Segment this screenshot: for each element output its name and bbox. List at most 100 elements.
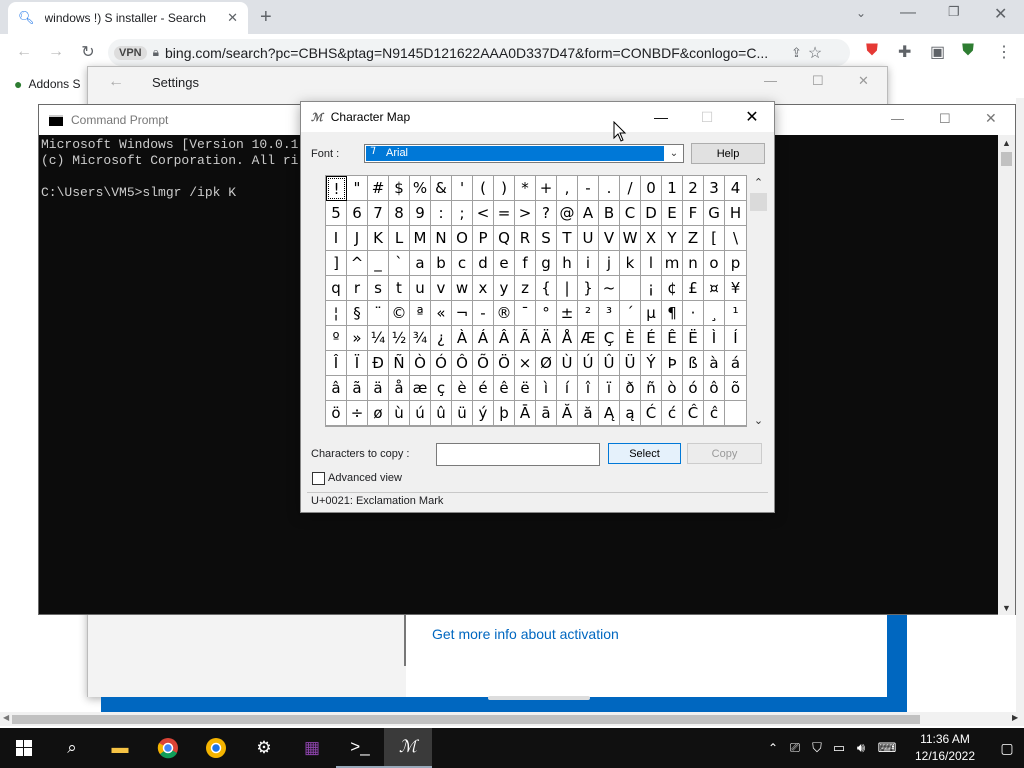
- char-cell[interactable]: U: [578, 226, 599, 251]
- char-cell[interactable]: ą: [620, 401, 641, 426]
- search-icon[interactable]: ⌕: [48, 728, 96, 768]
- char-cell[interactable]: ð: [620, 376, 641, 401]
- char-cell[interactable]: ¡: [641, 276, 662, 301]
- char-cell[interactable]: Å: [557, 326, 578, 351]
- char-cell[interactable]: é: [473, 376, 494, 401]
- char-cell[interactable]: Î: [326, 351, 347, 376]
- winrar-icon[interactable]: ▦: [288, 728, 336, 768]
- char-cell[interactable]: -: [578, 176, 599, 201]
- char-cell[interactable]: Í: [725, 326, 746, 351]
- char-cell[interactable]: @: [557, 201, 578, 226]
- char-cell[interactable]: ô: [704, 376, 725, 401]
- keyboard-icon[interactable]: ⌨: [872, 728, 902, 768]
- char-cell[interactable]: õ: [725, 376, 746, 401]
- char-cell[interactable]: ù: [389, 401, 410, 426]
- address-bar[interactable]: VPN 🔒︎ bing.com/search?pc=CBHS&ptag=N914…: [108, 39, 850, 66]
- char-cell[interactable]: û: [431, 401, 452, 426]
- char-cell[interactable]: <: [473, 201, 494, 226]
- advanced-view-label[interactable]: Advanced view: [328, 472, 402, 484]
- char-cell[interactable]: ¨: [368, 301, 389, 326]
- cmd-minimize-icon[interactable]: —: [891, 111, 904, 126]
- char-cell[interactable]: :: [431, 201, 452, 226]
- char-cell[interactable]: 0: [641, 176, 662, 201]
- char-cell[interactable]: o: [704, 251, 725, 276]
- scroll-down-icon[interactable]: ⌄: [750, 413, 767, 427]
- char-cell[interactable]: Ã: [515, 326, 536, 351]
- char-cell[interactable]: ¾: [410, 326, 431, 351]
- forward-icon[interactable]: →: [44, 43, 68, 61]
- char-cell[interactable]: h: [557, 251, 578, 276]
- char-cell[interactable]: ´: [620, 301, 641, 326]
- char-cell[interactable]: 4: [725, 176, 746, 201]
- char-cell[interactable]: d: [473, 251, 494, 276]
- char-cell[interactable]: Ô: [452, 351, 473, 376]
- char-cell[interactable]: ^: [347, 251, 368, 276]
- char-cell[interactable]: A: [578, 201, 599, 226]
- char-cell[interactable]: 5: [326, 201, 347, 226]
- char-cell[interactable]: 9: [410, 201, 431, 226]
- char-cell[interactable]: ±: [557, 301, 578, 326]
- char-cell[interactable]: I: [326, 226, 347, 251]
- char-cell[interactable]: S: [536, 226, 557, 251]
- lock-icon[interactable]: 🔒︎: [153, 45, 159, 60]
- char-cell[interactable]: î: [578, 376, 599, 401]
- char-cell[interactable]: {: [536, 276, 557, 301]
- char-cell[interactable]: [620, 276, 641, 301]
- char-cell[interactable]: _: [368, 251, 389, 276]
- char-cell[interactable]: Ā: [515, 401, 536, 426]
- char-cell[interactable]: °: [536, 301, 557, 326]
- cmd-close-icon[interactable]: ✕: [985, 110, 997, 127]
- char-cell[interactable]: ': [452, 176, 473, 201]
- char-cell[interactable]: Æ: [578, 326, 599, 351]
- char-cell[interactable]: u: [410, 276, 431, 301]
- char-cell[interactable]: /: [620, 176, 641, 201]
- char-cell[interactable]: m: [662, 251, 683, 276]
- char-cell[interactable]: ¢: [662, 276, 683, 301]
- char-cell[interactable]: L: [389, 226, 410, 251]
- char-cell[interactable]: Õ: [473, 351, 494, 376]
- char-cell[interactable]: l: [641, 251, 662, 276]
- char-cell[interactable]: Ê: [662, 326, 683, 351]
- char-cell[interactable]: y: [494, 276, 515, 301]
- char-cell[interactable]: p: [725, 251, 746, 276]
- char-cell[interactable]: ~: [599, 276, 620, 301]
- char-cell[interactable]: ā: [536, 401, 557, 426]
- char-cell[interactable]: Ë: [683, 326, 704, 351]
- char-cell[interactable]: Â: [494, 326, 515, 351]
- notification-icon[interactable]: ▢: [990, 728, 1024, 768]
- sidebar-icon[interactable]: ▣: [930, 42, 945, 62]
- cmd-scroll-thumb[interactable]: [1001, 152, 1012, 166]
- char-cell[interactable]: Ą: [599, 401, 620, 426]
- close-icon[interactable]: ✕: [994, 4, 1007, 24]
- char-cell[interactable]: ó: [683, 376, 704, 401]
- char-cell[interactable]: e: [494, 251, 515, 276]
- char-cell[interactable]: |: [557, 276, 578, 301]
- vpn-tray-icon[interactable]: ⛉: [806, 728, 828, 768]
- char-cell[interactable]: >: [515, 201, 536, 226]
- char-cell[interactable]: È: [620, 326, 641, 351]
- char-cell[interactable]: ¿: [431, 326, 452, 351]
- char-cell[interactable]: &: [431, 176, 452, 201]
- char-cell[interactable]: K: [368, 226, 389, 251]
- grid-scrollbar[interactable]: ⌃ ⌄: [750, 175, 767, 427]
- charmap-close-icon[interactable]: ✕: [729, 102, 775, 132]
- char-cell[interactable]: à: [704, 351, 725, 376]
- char-cell[interactable]: q: [326, 276, 347, 301]
- security-extension-icon[interactable]: ⛊: [962, 42, 974, 60]
- char-cell[interactable]: Ñ: [389, 351, 410, 376]
- char-cell[interactable]: ö: [326, 401, 347, 426]
- char-cell[interactable]: Ç: [599, 326, 620, 351]
- char-cell[interactable]: ¹: [725, 301, 746, 326]
- char-cell[interactable]: N: [431, 226, 452, 251]
- char-cell[interactable]: ã: [347, 376, 368, 401]
- char-cell[interactable]: t: [389, 276, 410, 301]
- char-cell[interactable]: z: [515, 276, 536, 301]
- help-button[interactable]: Help: [691, 143, 765, 164]
- settings-gear-icon[interactable]: ⚙: [240, 728, 288, 768]
- command-prompt-taskbar-icon[interactable]: >_: [336, 728, 384, 768]
- char-cell[interactable]: v: [431, 276, 452, 301]
- char-cell[interactable]: !: [326, 176, 347, 201]
- minimize-icon[interactable]: —: [900, 4, 916, 22]
- char-cell[interactable]: ë: [515, 376, 536, 401]
- char-cell[interactable]: ¬: [452, 301, 473, 326]
